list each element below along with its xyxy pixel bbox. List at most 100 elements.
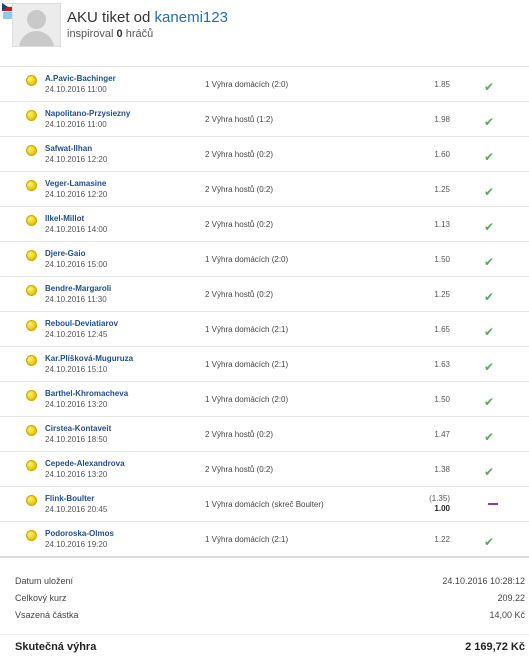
bet-tip: 2 Výhra hostů (0:2) xyxy=(205,430,274,439)
bet-odds: 1.22 xyxy=(434,535,450,544)
won-check-icon: ✔ xyxy=(484,535,495,549)
saved-date-row: Datum uložení 24.10.2016 10:28:12 xyxy=(0,574,529,591)
bet-match-link[interactable]: Kar.Plíšková-Muguruza xyxy=(45,354,133,363)
bet-time: 24.10.2016 15:00 xyxy=(45,260,108,269)
bet-match-link[interactable]: Ilkel-Millot xyxy=(45,214,84,223)
bet-odds-effective: 1.00 xyxy=(434,504,450,513)
bet-tip: 1 Výhra domácích (2:0) xyxy=(205,80,289,89)
bet-time: 24.10.2016 12:20 xyxy=(45,190,108,199)
bet-odds: 1.60 xyxy=(434,150,450,159)
tennis-ball-icon xyxy=(26,145,37,156)
bet-odds: 1.98 xyxy=(434,115,450,124)
bet-match-link[interactable]: Napolitano-Przysiezny xyxy=(45,109,130,118)
tennis-ball-icon xyxy=(26,425,37,436)
ticket-header: AKU tiket od kanemi123 inspiroval 0 hráč… xyxy=(0,0,529,57)
ticket-title-prefix: AKU tiket od xyxy=(67,9,151,26)
bet-match-link[interactable]: Djere-Gaio xyxy=(45,249,85,258)
bet-match-link[interactable]: Cepede-Alexandrova xyxy=(45,459,125,468)
bet-row: Cepede-Alexandrova 24.10.2016 13:20 2 Vý… xyxy=(0,452,529,487)
tennis-ball-icon xyxy=(26,495,37,506)
bet-match-link[interactable]: A.Pavic-Bachinger xyxy=(45,74,116,83)
total-odds-value: 209.22 xyxy=(497,593,525,603)
bet-match-link[interactable]: Reboul-Deviatiarov xyxy=(45,319,118,328)
bet-odds-original: (1.35) xyxy=(429,494,450,503)
tennis-ball-icon xyxy=(26,530,37,541)
won-check-icon: ✔ xyxy=(484,185,495,199)
tennis-ball-icon xyxy=(26,250,37,261)
bet-odds: 1.47 xyxy=(434,430,450,439)
bet-time: 24.10.2016 14:00 xyxy=(45,225,108,234)
bet-match-link[interactable]: Safwat-Ilhan xyxy=(45,144,92,153)
bet-odds: 1.38 xyxy=(434,465,450,474)
bet-tip: 1 Výhra domácích (2:0) xyxy=(205,395,289,404)
ticket-title: AKU tiket od kanemi123 xyxy=(67,9,228,26)
bet-time: 24.10.2016 18:50 xyxy=(45,435,108,444)
stake-label: Vsazená částka xyxy=(15,610,79,620)
inspired-label: inspiroval xyxy=(67,28,114,40)
saved-date-label: Datum uložení xyxy=(15,576,74,586)
total-odds-row: Celkový kurz 209.22 xyxy=(0,591,529,608)
bet-match-link[interactable]: Flink-Boulter xyxy=(45,494,94,503)
tennis-ball-icon xyxy=(26,320,37,331)
bet-match-link[interactable]: Cirstea-Kontaveit xyxy=(45,424,111,433)
actual-win-label: Skutečná výhra xyxy=(15,641,97,653)
actual-win-value: 2 169,72 Kč xyxy=(465,641,525,653)
bet-row: Kar.Plíšková-Muguruza 24.10.2016 15:10 1… xyxy=(0,347,529,382)
bet-match-link[interactable]: Bendre-Margaroli xyxy=(45,284,111,293)
bet-match-link[interactable]: Veger-Lamasine xyxy=(45,179,106,188)
ticket-summary: Datum uložení 24.10.2016 10:28:12 Celkov… xyxy=(0,574,529,625)
bet-match-link[interactable]: Barthel-Khromacheva xyxy=(45,389,128,398)
bet-list: A.Pavic-Bachinger 24.10.2016 11:00 1 Výh… xyxy=(0,66,529,558)
tennis-ball-icon xyxy=(26,110,37,121)
bet-match-link[interactable]: Podoroska-Olmos xyxy=(45,529,114,538)
bet-row: Djere-Gaio 24.10.2016 15:00 1 Výhra domá… xyxy=(0,242,529,277)
tennis-ball-icon xyxy=(26,460,37,471)
inspired-count: 0 xyxy=(116,28,123,40)
bet-tip: 2 Výhra hostů (0:2) xyxy=(205,185,274,194)
bet-odds: 1.50 xyxy=(434,395,450,404)
bet-tip: 1 Výhra domácích (2:1) xyxy=(205,325,289,334)
bet-time: 24.10.2016 11:30 xyxy=(45,295,107,304)
bet-time: 24.10.2016 15:10 xyxy=(45,365,108,374)
won-check-icon: ✔ xyxy=(484,395,495,409)
won-check-icon: ✔ xyxy=(484,325,495,339)
won-check-icon: ✔ xyxy=(484,220,495,234)
bet-tip: 2 Výhra hostů (0:2) xyxy=(205,465,274,474)
bet-odds: 1.65 xyxy=(434,325,450,334)
bet-odds: 1.50 xyxy=(434,255,450,264)
won-check-icon: ✔ xyxy=(484,80,495,94)
bet-row: Safwat-Ilhan 24.10.2016 12:20 2 Výhra ho… xyxy=(0,137,529,172)
tennis-ball-icon xyxy=(26,285,37,296)
bet-odds: 1.25 xyxy=(434,290,450,299)
bet-odds: 1.63 xyxy=(434,360,450,369)
actual-win-row: Skutečná výhra 2 169,72 Kč xyxy=(0,634,529,657)
bet-tip: 1 Výhra domácích (2:1) xyxy=(205,535,289,544)
bet-row: Bendre-Margaroli 24.10.2016 11:30 2 Výhr… xyxy=(0,277,529,312)
total-odds-label: Celkový kurz xyxy=(15,593,67,603)
avatar[interactable] xyxy=(12,3,61,47)
saved-date-value: 24.10.2016 10:28:12 xyxy=(442,576,525,586)
bet-row: A.Pavic-Bachinger 24.10.2016 11:00 1 Výh… xyxy=(0,67,529,102)
bet-time: 24.10.2016 11:00 xyxy=(45,120,107,129)
bet-odds: 1.13 xyxy=(434,220,450,229)
won-check-icon: ✔ xyxy=(484,430,495,444)
bet-row: Reboul-Deviatiarov 24.10.2016 12:45 1 Vý… xyxy=(0,312,529,347)
tennis-ball-icon xyxy=(26,180,37,191)
bet-time: 24.10.2016 13:20 xyxy=(45,470,108,479)
tennis-ball-icon xyxy=(26,390,37,401)
bet-row: Barthel-Khromacheva 24.10.2016 13:20 1 V… xyxy=(0,382,529,417)
tennis-ball-icon xyxy=(26,75,37,86)
bet-time: 24.10.2016 12:20 xyxy=(45,155,108,164)
won-check-icon: ✔ xyxy=(484,290,495,304)
bet-time: 24.10.2016 11:00 xyxy=(45,85,107,94)
won-check-icon: ✔ xyxy=(484,465,495,479)
bet-tip: 2 Výhra hostů (1:2) xyxy=(205,115,274,124)
bet-row: Podoroska-Olmos 24.10.2016 19:20 1 Výhra… xyxy=(0,522,529,556)
tennis-ball-icon xyxy=(26,355,37,366)
username-link[interactable]: kanemi123 xyxy=(155,9,228,26)
bet-tip: 1 Výhra domácích (2:1) xyxy=(205,360,289,369)
bet-odds: (1.35) 1.00 xyxy=(380,494,450,514)
bet-time: 24.10.2016 20:45 xyxy=(45,505,108,514)
won-check-icon: ✔ xyxy=(484,115,495,129)
stake-row: Vsazená částka 14,00 Kč xyxy=(0,608,529,625)
